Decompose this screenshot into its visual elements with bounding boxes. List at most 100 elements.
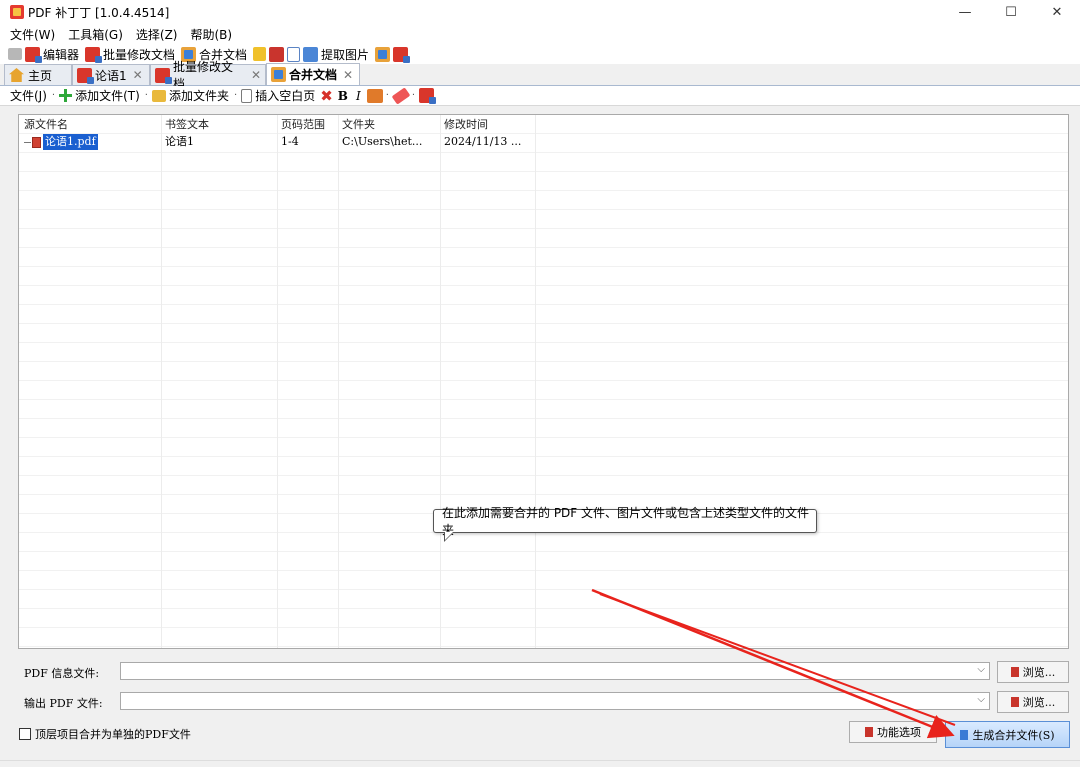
tab-merge-label: 合并文档 bbox=[289, 68, 338, 82]
menu-select[interactable]: 选择(Z) bbox=[136, 26, 178, 43]
column-divider bbox=[161, 115, 162, 648]
dropdown-dot-icon: · bbox=[51, 90, 56, 101]
merge-top-level-checkbox[interactable] bbox=[19, 728, 31, 740]
delete-icon[interactable]: ✖ bbox=[320, 87, 333, 105]
tooltip-text: 在此添加需要合并的 PDF 文件、图片文件或包含上述类型文件的文件夹 bbox=[442, 506, 810, 537]
column-header-bookmark[interactable]: 书签文本 bbox=[165, 117, 209, 133]
output-pdf-combo[interactable]: ⌵ bbox=[120, 692, 990, 710]
tab-close-icon[interactable]: ✕ bbox=[251, 68, 261, 82]
extract-images-label: 提取图片 bbox=[321, 47, 370, 62]
convert-tool-icon[interactable] bbox=[375, 46, 391, 62]
generate-merged-file-button[interactable]: 生成合并文件(S) bbox=[945, 721, 1070, 748]
maximize-button[interactable]: ☐ bbox=[988, 0, 1034, 24]
column-header-source-file[interactable]: 源文件名 bbox=[24, 117, 68, 133]
pdf-info-file-combo[interactable]: ⌵ bbox=[120, 662, 990, 680]
pdf-edit-icon bbox=[25, 46, 42, 63]
page-range-cell[interactable]: 1-4 bbox=[281, 134, 299, 150]
menu-bar: 文件(W) 工具箱(G) 选择(Z) 帮助(B) bbox=[0, 24, 1080, 44]
add-folder-label: 添加文件夹 bbox=[168, 89, 229, 103]
column-header-modified[interactable]: 修改时间 bbox=[444, 117, 488, 133]
bookmark-tool-icon[interactable] bbox=[253, 47, 267, 61]
chevron-down-icon[interactable]: ⌵ bbox=[977, 664, 985, 675]
home-icon bbox=[9, 68, 24, 82]
editor-button[interactable]: 编辑器 bbox=[25, 46, 79, 63]
menu-help[interactable]: 帮助(B) bbox=[191, 26, 233, 43]
tab-home-label: 主页 bbox=[28, 68, 53, 83]
menu-file[interactable]: 文件(W) bbox=[10, 26, 55, 43]
tab-batch-edit[interactable]: 批量修改文档 ✕ bbox=[150, 60, 266, 91]
extract-images-button[interactable]: 提取图片 bbox=[303, 46, 369, 63]
status-bar bbox=[0, 760, 1080, 767]
column-divider bbox=[535, 115, 536, 648]
browse-info-button[interactable]: 浏览... bbox=[997, 661, 1069, 683]
menu-toolbox[interactable]: 工具箱(G) bbox=[68, 26, 123, 43]
folder-icon bbox=[151, 89, 166, 102]
generate-label: 生成合并文件(S) bbox=[972, 728, 1055, 742]
function-options-button[interactable]: 功能选项 bbox=[849, 721, 937, 743]
pdf-file-icon bbox=[32, 136, 41, 148]
add-folder-button[interactable]: 添加文件夹 bbox=[151, 87, 229, 104]
browse-info-label: 浏览... bbox=[1022, 666, 1056, 679]
browse-output-button[interactable]: 浏览... bbox=[997, 691, 1069, 713]
batch-edit-icon bbox=[155, 67, 172, 84]
dropdown-dot-icon: · bbox=[234, 90, 238, 101]
title-bar: PDF 补丁丁 [1.0.4.4514] — ☐ ✕ bbox=[0, 0, 1080, 24]
tab-lunyu1-label: 论语1 bbox=[95, 68, 127, 83]
browse-file-icon bbox=[1010, 667, 1019, 677]
chevron-down-icon[interactable]: ⌵ bbox=[977, 694, 985, 705]
column-header-folder[interactable]: 文件夹 bbox=[342, 117, 375, 133]
bold-button[interactable]: B bbox=[338, 89, 348, 103]
grid-rule-lines bbox=[19, 115, 1068, 648]
pdf-info-file-label: PDF 信息文件: bbox=[24, 667, 100, 680]
column-divider bbox=[338, 115, 339, 648]
split-tool-icon[interactable] bbox=[269, 46, 285, 62]
merge-top-level-option[interactable]: 顶层项目合并为单独的PDF文件 bbox=[19, 726, 191, 742]
insert-blank-label: 插入空白页 bbox=[255, 89, 316, 103]
merge-top-level-label: 顶层项目合并为单独的PDF文件 bbox=[35, 728, 191, 741]
file-name-cell[interactable]: 论语1.pdf bbox=[24, 134, 98, 150]
editor-label: 编辑器 bbox=[43, 47, 80, 62]
merge-icon bbox=[271, 67, 286, 82]
bookmark-cell[interactable]: 论语1 bbox=[165, 134, 194, 150]
pen-icon[interactable] bbox=[391, 86, 411, 105]
window-title: PDF 补丁丁 [1.0.4.4514] bbox=[28, 5, 170, 20]
minimize-button[interactable]: — bbox=[942, 0, 988, 24]
italic-button[interactable]: I bbox=[356, 89, 361, 103]
app-icon bbox=[10, 5, 24, 19]
browse-file-icon bbox=[1010, 697, 1019, 707]
tab-home[interactable]: 主页 bbox=[4, 64, 72, 85]
plus-icon bbox=[59, 89, 73, 102]
help-tooltip: 在此添加需要合并的 PDF 文件、图片文件或包含上述类型文件的文件夹 bbox=[433, 506, 817, 542]
browse-output-label: 浏览... bbox=[1022, 696, 1056, 709]
color-icon[interactable] bbox=[366, 88, 383, 103]
generate-icon bbox=[960, 729, 969, 740]
options-icon bbox=[865, 727, 873, 737]
close-button[interactable]: ✕ bbox=[1034, 0, 1080, 24]
merge-file-list[interactable]: 源文件名 书签文本 页码范围 文件夹 修改时间 论语1.pdf 论语1 1-4 … bbox=[18, 114, 1069, 649]
column-header-page-range[interactable]: 页码范围 bbox=[281, 117, 325, 133]
dropdown-dot-icon: · bbox=[144, 90, 148, 101]
file-menu-label: 文件(J) bbox=[10, 89, 47, 103]
insert-blank-page-button[interactable]: 插入空白页 bbox=[241, 87, 315, 104]
file-menu-button[interactable]: 文件(J) bbox=[10, 87, 47, 104]
tab-lunyu1[interactable]: 论语1 ✕ bbox=[72, 64, 150, 85]
blank-page-icon bbox=[241, 88, 253, 103]
tab-close-icon[interactable]: ✕ bbox=[133, 68, 143, 82]
quick-toolbar: 编辑器 批量修改文档 合并文档 提取图片 bbox=[0, 44, 1080, 64]
extract-images-icon bbox=[303, 46, 319, 62]
tab-merge[interactable]: 合并文档 ✕ bbox=[266, 63, 360, 85]
document-info-icon[interactable] bbox=[287, 46, 301, 62]
batch-edit-label: 批量修改文档 bbox=[103, 47, 176, 62]
ocr-tool-icon[interactable] bbox=[393, 46, 411, 63]
add-file-button[interactable]: 添加文件(T) bbox=[59, 87, 140, 104]
column-divider bbox=[440, 115, 441, 648]
tab-close-icon[interactable]: ✕ bbox=[343, 68, 353, 82]
pdf-settings-icon[interactable] bbox=[419, 88, 437, 104]
merge-toolbar: 文件(J) · 添加文件(T) · 添加文件夹 · 插入空白页 ✖ B I · … bbox=[0, 86, 1080, 106]
table-row[interactable]: 论语1.pdf 论语1 1-4 C:\Users\het... 2024/11/… bbox=[19, 134, 1068, 150]
folder-cell: C:\Users\het... bbox=[342, 135, 423, 148]
navigate-icon[interactable] bbox=[8, 48, 22, 60]
output-pdf-label: 输出 PDF 文件: bbox=[24, 697, 103, 710]
batch-edit-button[interactable]: 批量修改文档 bbox=[85, 46, 175, 63]
tab-bar: 主页 论语1 ✕ 批量修改文档 ✕ 合并文档 ✕ bbox=[0, 60, 1080, 91]
